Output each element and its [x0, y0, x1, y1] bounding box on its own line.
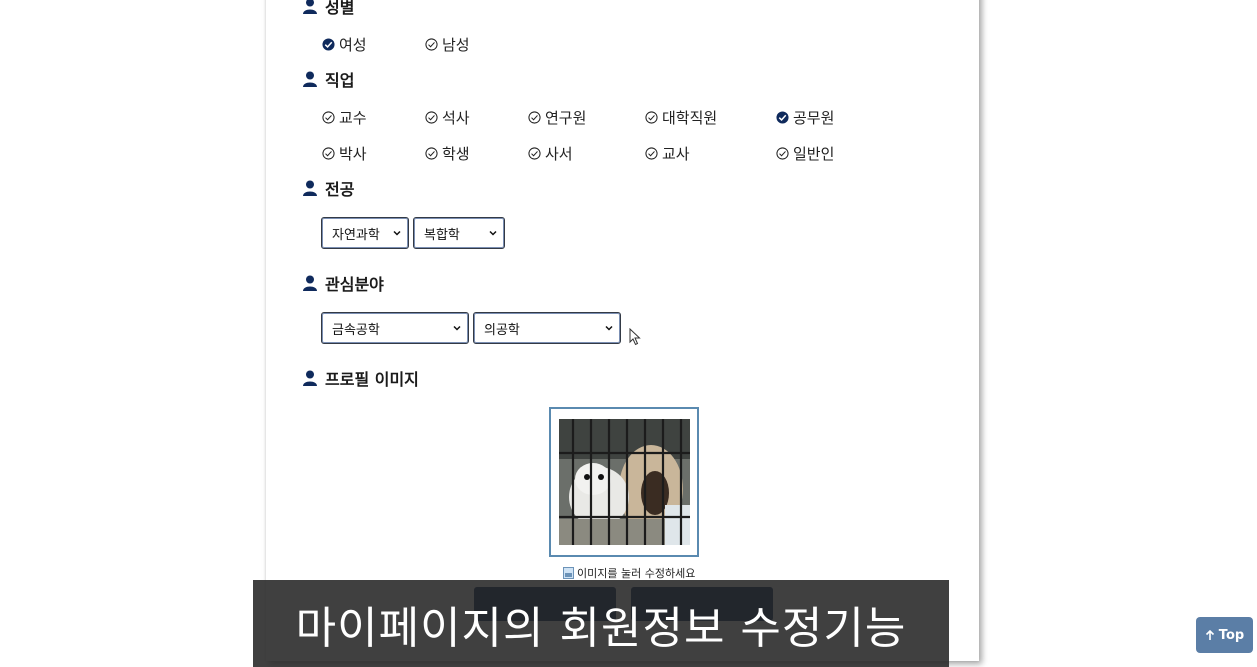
radio-job-librarian[interactable]: 사서 — [528, 143, 573, 164]
radio-job-civil-servant[interactable]: 공무원 — [776, 107, 834, 128]
major-select-2[interactable]: 복합학 — [413, 217, 505, 249]
radio-job-doctor[interactable]: 박사 — [322, 143, 367, 164]
chevron-down-icon — [605, 325, 613, 331]
profile-image — [559, 419, 690, 545]
radio-job-professor[interactable]: 교수 — [322, 107, 367, 128]
radio-job-student[interactable]: 학생 — [425, 143, 470, 164]
check-circle-icon — [776, 147, 789, 160]
check-circle-icon — [645, 147, 658, 160]
chevron-down-icon — [393, 230, 401, 236]
check-circle-icon — [425, 111, 438, 124]
check-circle-icon — [776, 111, 789, 124]
image-file-icon — [563, 567, 574, 579]
section-title-job: 직업 — [303, 67, 354, 91]
major-select-1[interactable]: 자연과학 — [321, 217, 409, 249]
chevron-down-icon — [453, 325, 461, 331]
person-icon — [303, 180, 317, 196]
check-circle-icon — [322, 111, 335, 124]
check-circle-icon — [528, 111, 541, 124]
person-icon — [303, 275, 317, 291]
check-circle-icon — [322, 147, 335, 160]
interest-select-2[interactable]: 의공학 — [473, 312, 621, 344]
profile-image-button[interactable] — [549, 407, 699, 557]
profile-hint: 이미지를 눌러 수정하세요 — [563, 565, 695, 581]
radio-job-master[interactable]: 석사 — [425, 107, 470, 128]
radio-job-univ-staff[interactable]: 대학직원 — [645, 107, 717, 128]
section-title-interest: 관심분야 — [303, 271, 384, 295]
scroll-top-button[interactable]: Top — [1196, 617, 1253, 653]
radio-gender-male[interactable]: 남성 — [425, 34, 470, 55]
check-circle-icon — [645, 111, 658, 124]
person-icon — [303, 0, 317, 14]
check-circle-icon — [425, 38, 438, 51]
video-caption: 마이페이지의 회원정보 수정기능 — [253, 580, 949, 667]
chevron-down-icon — [489, 230, 497, 236]
radio-job-teacher[interactable]: 교사 — [645, 143, 690, 164]
interest-select-1[interactable]: 금속공학 — [321, 312, 469, 344]
person-icon — [303, 71, 317, 87]
radio-job-researcher[interactable]: 연구원 — [528, 107, 586, 128]
radio-gender-female[interactable]: 여성 — [322, 34, 367, 55]
radio-job-general[interactable]: 일반인 — [776, 143, 834, 164]
section-title-profile: 프로필 이미지 — [303, 366, 419, 390]
check-circle-icon — [322, 38, 335, 51]
cursor-icon — [629, 328, 641, 346]
arrow-up-icon — [1205, 629, 1214, 640]
person-icon — [303, 370, 317, 386]
section-title-major: 전공 — [303, 176, 354, 200]
check-circle-icon — [528, 147, 541, 160]
section-title-gender: 성별 — [303, 0, 354, 18]
check-circle-icon — [425, 147, 438, 160]
